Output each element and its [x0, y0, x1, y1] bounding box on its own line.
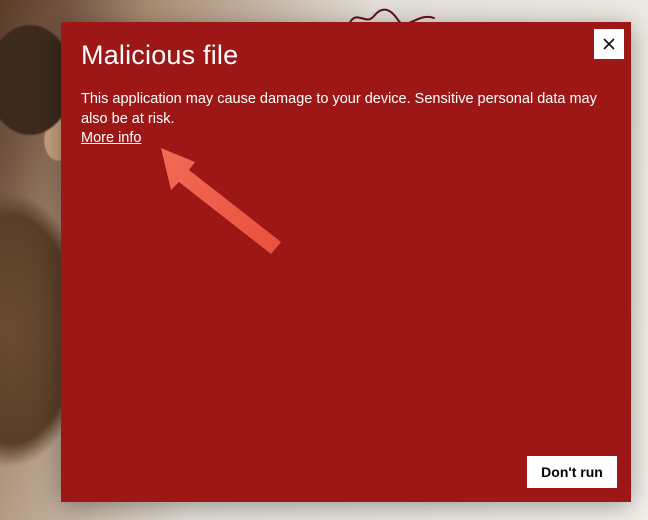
annotation-arrow-icon	[139, 134, 299, 264]
dont-run-button[interactable]: Don't run	[527, 456, 617, 488]
more-info-link[interactable]: More info	[81, 130, 141, 146]
close-button[interactable]	[594, 29, 624, 59]
dialog-message: This application may cause damage to you…	[81, 90, 601, 129]
dialog-title: Malicious file	[81, 40, 238, 71]
smartscreen-malicious-file-dialog: Malicious file This application may caus…	[61, 22, 631, 502]
close-icon	[603, 38, 615, 50]
